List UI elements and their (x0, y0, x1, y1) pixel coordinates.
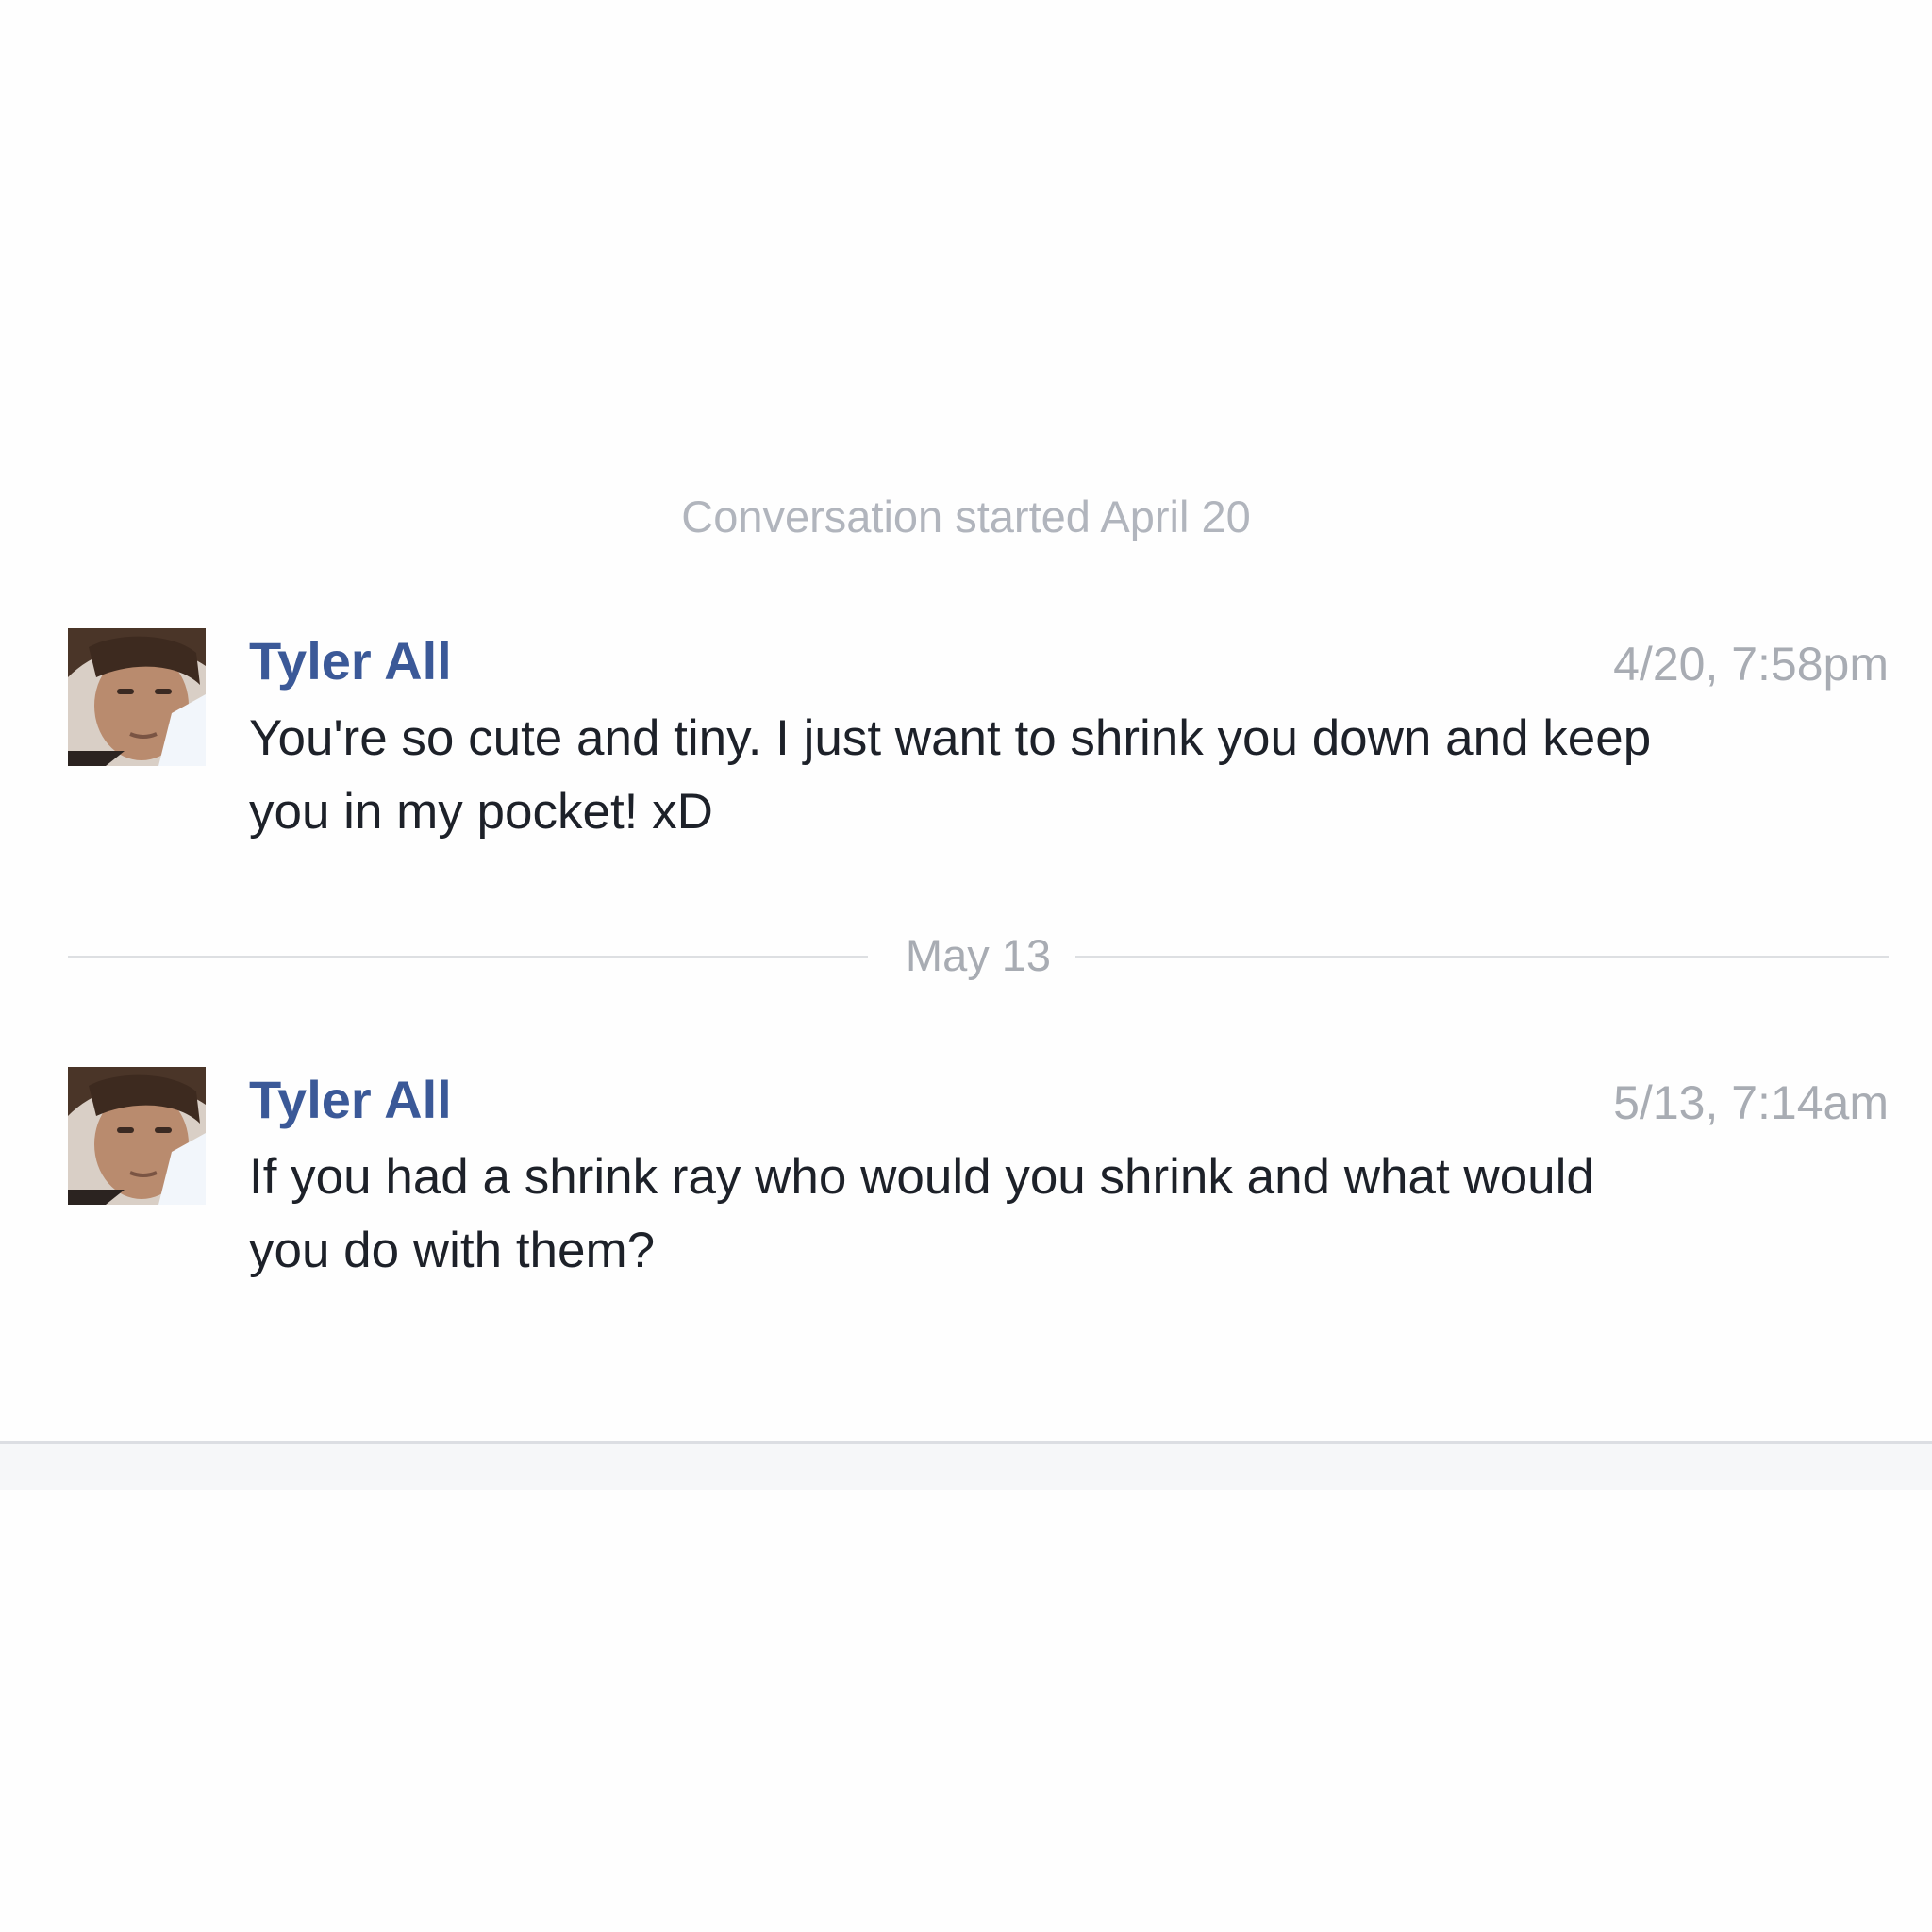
sender-name-link[interactable]: Tyler All (249, 628, 452, 694)
message-timestamp: 5/13, 7:14am (1613, 1076, 1889, 1129)
message-text: If you had a shrink ray who would you sh… (249, 1149, 1594, 1278)
date-divider: May 13 (68, 924, 1889, 987)
conversation-start-label: Conversation started April 20 (681, 491, 1251, 541)
reply-area[interactable] (0, 1441, 1932, 1490)
avatar-photo-icon (68, 628, 206, 766)
conversation-thread: Conversation started April 20 Tyler All … (0, 0, 1932, 1448)
sender-name-link[interactable]: Tyler All (249, 1067, 452, 1133)
message-text: You're so cute and tiny. I just want to … (249, 710, 1652, 840)
sender-avatar[interactable] (68, 1067, 206, 1205)
message-timestamp: 4/20, 7:58pm (1613, 638, 1889, 691)
sender-avatar[interactable] (68, 628, 206, 766)
avatar-photo-icon (68, 1067, 206, 1205)
divider-line-right (1075, 956, 1889, 958)
